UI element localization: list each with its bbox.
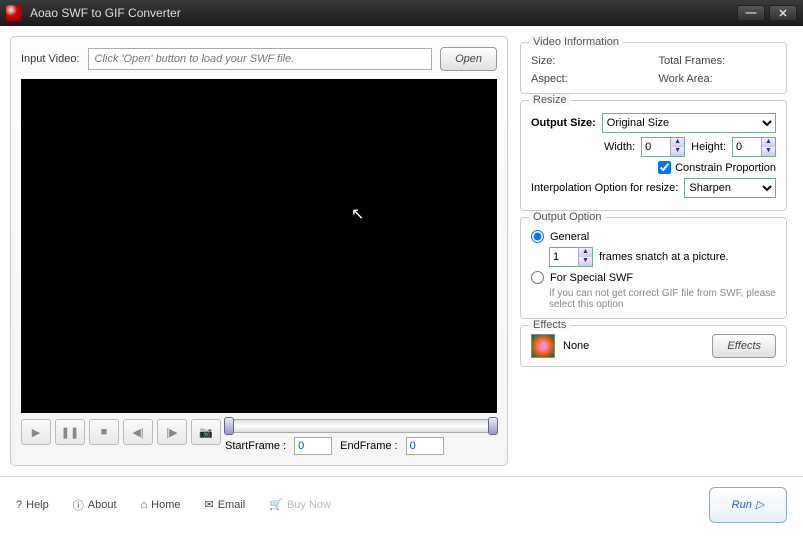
general-radio[interactable]: General <box>531 230 776 243</box>
about-link[interactable]: ⓘAbout <box>73 497 117 513</box>
effects-group: Effects None Effects <box>520 325 787 367</box>
app-title: Aoao SWF to GIF Converter <box>30 6 737 20</box>
output-legend: Output Option <box>529 211 606 223</box>
height-label: Height: <box>691 141 726 153</box>
input-video-label: Input Video: <box>21 53 80 65</box>
width-input[interactable] <box>642 138 670 156</box>
interp-select[interactable]: Sharpen <box>684 178 776 198</box>
close-button[interactable]: ✕ <box>769 5 797 21</box>
run-button[interactable]: Run▷ <box>709 487 787 523</box>
width-up[interactable]: ▲ <box>671 138 684 147</box>
slider-thumb-start[interactable] <box>224 417 234 435</box>
minimize-button[interactable]: — <box>737 5 765 21</box>
play-button[interactable]: ▶ <box>21 419 51 445</box>
aspect-label: Aspect: <box>531 73 649 85</box>
height-spinner[interactable]: ▲▼ <box>732 137 776 157</box>
output-size-select[interactable]: Original Size <box>602 113 776 133</box>
height-up[interactable]: ▲ <box>762 138 775 147</box>
slider-thumb-end[interactable] <box>488 417 498 435</box>
end-frame-label: EndFrame : <box>340 440 397 452</box>
left-panel: Input Video: Open ↖ ▶ ❚❚ ■ ◀| |▶ 📷 Start… <box>10 36 508 466</box>
about-icon: ⓘ <box>73 497 84 513</box>
home-icon: ⌂ <box>141 499 148 511</box>
stop-button[interactable]: ■ <box>89 419 119 445</box>
output-size-label: Output Size: <box>531 117 596 129</box>
constrain-checkbox-input[interactable] <box>658 161 671 174</box>
frames-text: frames snatch at a picture. <box>599 251 729 263</box>
cursor-icon: ↖ <box>351 204 364 224</box>
height-down[interactable]: ▼ <box>762 147 775 156</box>
width-label: Width: <box>604 141 635 153</box>
total-frames-label: Total Frames: <box>659 55 777 67</box>
email-link[interactable]: ✉Email <box>205 497 246 513</box>
width-spinner[interactable]: ▲▼ <box>641 137 685 157</box>
video-preview: ↖ <box>21 79 497 413</box>
constrain-checkbox[interactable]: Constrain Proportion <box>658 161 776 174</box>
general-radio-input[interactable] <box>531 230 544 243</box>
next-frame-button[interactable]: |▶ <box>157 419 187 445</box>
width-down[interactable]: ▼ <box>671 147 684 156</box>
range-slider[interactable] <box>225 419 497 433</box>
resize-group: Resize Output Size: Original Size Width:… <box>520 100 787 211</box>
work-area-label: Work Area: <box>659 73 777 85</box>
end-frame-input[interactable] <box>406 437 444 455</box>
frames-input[interactable] <box>550 248 578 266</box>
pause-button[interactable]: ❚❚ <box>55 419 85 445</box>
resize-legend: Resize <box>529 94 571 106</box>
input-video-field[interactable] <box>88 48 433 70</box>
buy-link[interactable]: 🛒Buy Now <box>269 497 331 513</box>
frames-spinner[interactable]: ▲▼ <box>549 247 593 267</box>
frames-up[interactable]: ▲ <box>579 248 592 257</box>
snapshot-button[interactable]: 📷 <box>191 419 221 445</box>
help-icon: ? <box>16 499 22 511</box>
effect-thumbnail <box>531 334 555 358</box>
prev-frame-button[interactable]: ◀| <box>123 419 153 445</box>
height-input[interactable] <box>733 138 761 156</box>
size-label: Size: <box>531 55 649 67</box>
open-button[interactable]: Open <box>440 47 497 71</box>
run-arrow-icon: ▷ <box>756 498 764 511</box>
app-icon <box>6 5 22 21</box>
home-link[interactable]: ⌂Home <box>141 497 181 513</box>
help-link[interactable]: ?Help <box>16 497 49 513</box>
frames-down[interactable]: ▼ <box>579 257 592 266</box>
special-radio-input[interactable] <box>531 271 544 284</box>
email-icon: ✉ <box>205 498 214 511</box>
video-info-group: Video Information Size: Total Frames: As… <box>520 42 787 94</box>
video-info-legend: Video Information <box>529 36 623 48</box>
effects-button[interactable]: Effects <box>712 334 776 358</box>
special-hint: If you can not get correct GIF file from… <box>549 288 776 310</box>
right-panel: Video Information Size: Total Frames: As… <box>514 36 793 466</box>
effect-value: None <box>563 340 704 352</box>
title-bar: Aoao SWF to GIF Converter — ✕ <box>0 0 803 26</box>
start-frame-label: StartFrame : <box>225 440 286 452</box>
special-radio[interactable]: For Special SWF <box>531 271 776 284</box>
cart-icon: 🛒 <box>269 498 283 511</box>
effects-legend: Effects <box>529 319 570 331</box>
interp-label: Interpolation Option for resize: <box>531 182 678 194</box>
footer: ?Help ⓘAbout ⌂Home ✉Email 🛒Buy Now Run▷ <box>0 476 803 532</box>
output-option-group: Output Option General ▲▼ frames snatch a… <box>520 217 787 319</box>
start-frame-input[interactable] <box>294 437 332 455</box>
